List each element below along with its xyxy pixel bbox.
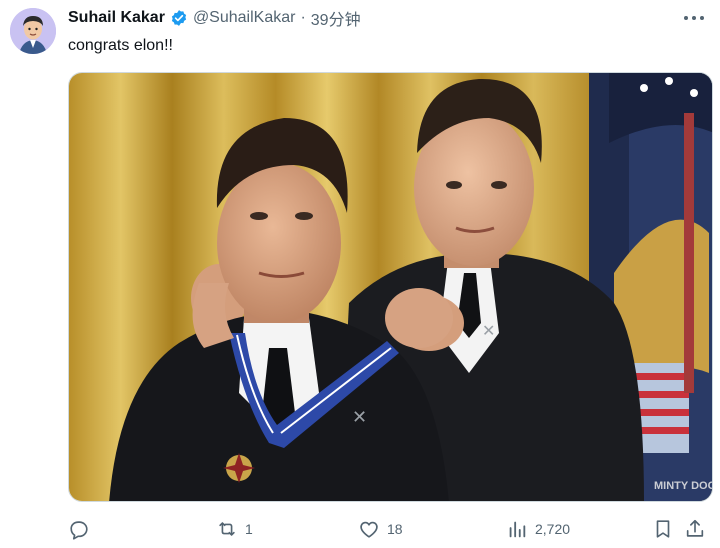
verified-badge-icon: [170, 9, 188, 27]
author-name[interactable]: Suhail Kakar: [68, 9, 165, 27]
views-count: 2,720: [535, 521, 571, 537]
tweet-text: congrats elon!!: [68, 37, 173, 54]
header-separator: ·: [300, 9, 306, 26]
svg-text:✕: ✕: [482, 323, 495, 340]
reply-icon: [70, 521, 88, 540]
more-options-icon[interactable]: [682, 8, 706, 28]
author-handle[interactable]: @SuhailKakar: [193, 9, 296, 27]
retweet-icon: [219, 522, 235, 536]
share-button[interactable]: [684, 514, 706, 544]
media-watermark: MINTY DOGE: [654, 480, 713, 492]
like-button[interactable]: 18: [358, 514, 403, 544]
views-icon: [509, 521, 526, 538]
photo-two-men-medal: ✕ ✕ MINTY DOGE: [69, 73, 713, 501]
views-button[interactable]: 2,720: [506, 514, 570, 544]
retweet-count: 1: [245, 521, 253, 537]
bookmark-icon: [656, 520, 670, 538]
avatar[interactable]: [10, 8, 56, 54]
avatar-illustration: [10, 8, 56, 54]
svg-text:✕: ✕: [352, 407, 367, 427]
bookmark-button[interactable]: [652, 514, 674, 544]
tweet-actions: 1 18 2,720: [68, 514, 704, 544]
tweet-media-photo[interactable]: ✕ ✕ MINTY DOGE: [68, 72, 713, 502]
retweet-button[interactable]: 1: [216, 514, 253, 544]
share-icon: [686, 519, 704, 537]
like-icon: [360, 521, 378, 538]
tweet-timestamp[interactable]: 39分钟: [311, 6, 361, 30]
like-count: 18: [387, 521, 403, 537]
tweet-header: Suhail Kakar @SuhailKakar · 39分钟: [68, 6, 361, 30]
reply-button[interactable]: [68, 514, 97, 544]
